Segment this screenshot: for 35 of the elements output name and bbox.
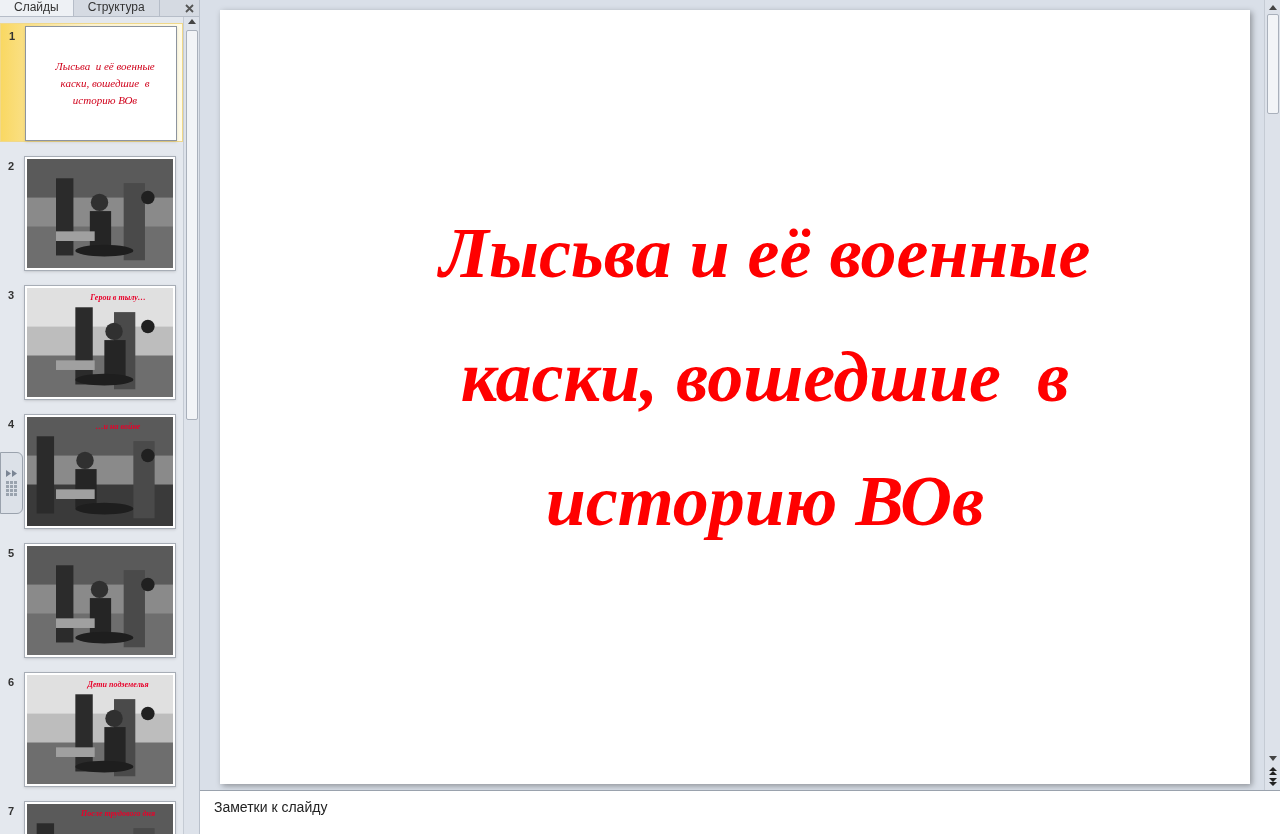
scroll-thumb[interactable] — [1266, 14, 1279, 114]
thumbnail-title: Лысьва и её военные — [55, 59, 155, 74]
slide-number: 6 — [8, 675, 16, 690]
scrollbar[interactable] — [1264, 0, 1280, 790]
scroll-down-icon[interactable] — [1268, 756, 1277, 761]
collapse-handle[interactable] — [0, 452, 23, 514]
slide-number: 5 — [8, 546, 16, 561]
slide-number: 1 — [9, 29, 17, 44]
slide-number: 2 — [8, 159, 16, 174]
close-icon[interactable] — [185, 4, 194, 13]
panel-tab[interactable]: Слайды — [0, 0, 74, 16]
slide-number: 4 — [8, 417, 16, 432]
slide-thumbnail[interactable]: Лысьва и её военные каски, вошедшие в историю ВОв — [25, 26, 177, 141]
slide-number: 7 — [8, 804, 16, 819]
slide-title: историю ВОв — [545, 460, 985, 543]
previous-slide-icon[interactable] — [1268, 767, 1277, 775]
scroll-up-icon[interactable] — [1268, 5, 1277, 10]
slide-title: каски, вошедшие в — [460, 336, 1070, 419]
next-slide-icon[interactable] — [1268, 778, 1277, 786]
thumbnail-caption: Дети подземелья — [86, 679, 150, 691]
notes-field[interactable]: Заметки к слайду — [200, 791, 1280, 834]
slide-number: 3 — [8, 288, 16, 303]
thumbnail-title: каски, вошедшие в — [60, 76, 150, 91]
slide-thumbnail[interactable]: Дети подземелья — [24, 672, 176, 787]
thumbnail-caption: …и на войне — [94, 421, 142, 433]
scrollbar[interactable] — [183, 17, 199, 834]
expand-icon — [5, 469, 18, 477]
grip-icon — [5, 480, 18, 497]
slide-thumbnail[interactable]: Герои в тылу… — [24, 285, 176, 400]
scroll-up-icon[interactable] — [187, 19, 196, 24]
slide-title: Лысьва и её военные — [439, 212, 1091, 295]
thumbnail-caption: После трудового дня — [80, 808, 156, 820]
scroll-thumb[interactable] — [185, 30, 198, 420]
thumbnail-title: историю ВОв — [72, 93, 138, 108]
thumbnail-caption: Герои в тылу… — [89, 292, 147, 304]
